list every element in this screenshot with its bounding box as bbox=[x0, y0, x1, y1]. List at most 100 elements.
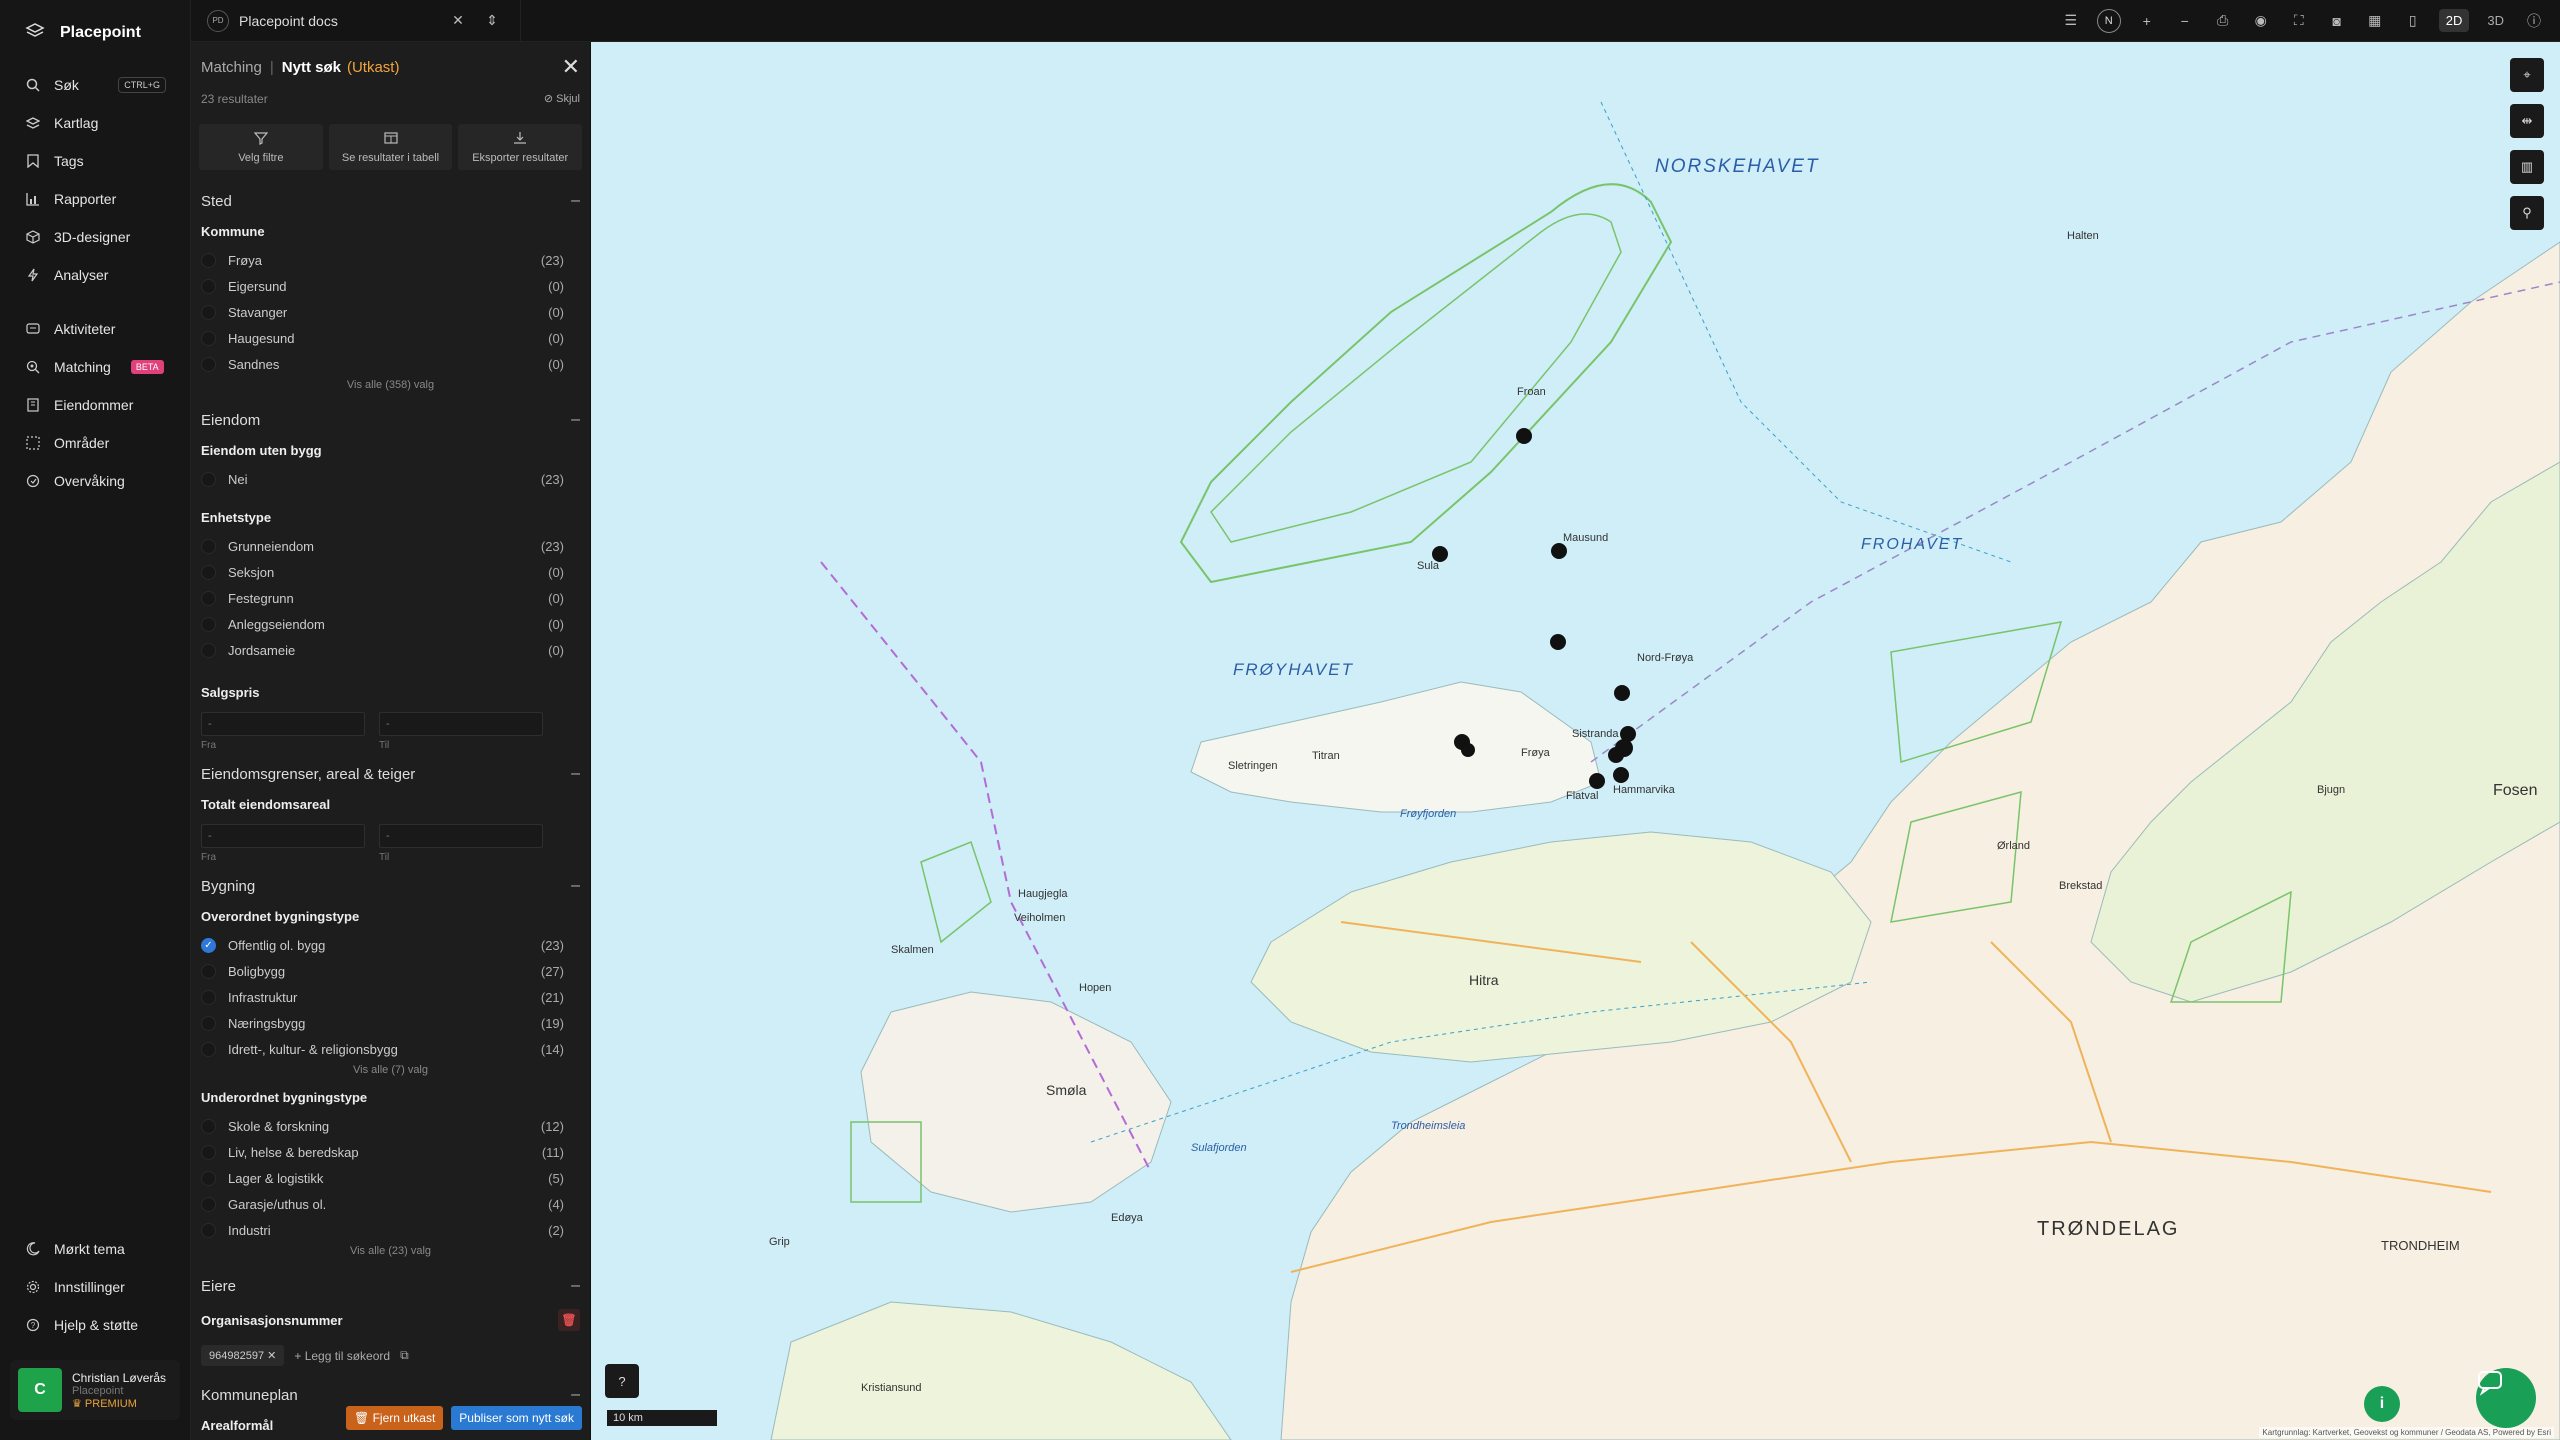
close-icon[interactable]: ✕ bbox=[562, 54, 580, 80]
checkbox[interactable] bbox=[201, 564, 216, 580]
checkbox[interactable] bbox=[201, 278, 216, 294]
filter-option[interactable]: Liv, helse & beredskap (11) bbox=[191, 1139, 590, 1165]
compass-button[interactable]: N bbox=[2096, 8, 2121, 33]
trash-icon[interactable]: 🗑 bbox=[558, 1309, 580, 1331]
chevron-updown-icon[interactable]: ⇕ bbox=[480, 9, 504, 33]
zoom-out-icon[interactable]: − bbox=[2173, 9, 2197, 33]
filter-option[interactable]: Næringsbygg (19) bbox=[191, 1010, 590, 1036]
chart-icon[interactable]: ▥ bbox=[2510, 150, 2544, 184]
section-eiendom[interactable]: Eiendom – bbox=[191, 397, 590, 435]
checkbox[interactable] bbox=[201, 1041, 216, 1057]
checkbox[interactable] bbox=[201, 1118, 216, 1134]
remove-chip-icon[interactable]: ✕ bbox=[267, 1350, 276, 1362]
publish-search-button[interactable]: Publiser som nytt søk bbox=[451, 1406, 582, 1430]
collapse-icon[interactable]: – bbox=[571, 1386, 580, 1404]
nav-item-3d-designer[interactable]: 3D-designer bbox=[0, 218, 190, 256]
checkbox[interactable] bbox=[201, 471, 216, 487]
pin-icon[interactable]: ⚲ bbox=[2510, 196, 2544, 230]
area-from-input[interactable]: - bbox=[201, 824, 365, 848]
mode-3d-button[interactable]: 3D bbox=[2483, 9, 2508, 32]
filter-option[interactable]: Eigersund (0) bbox=[191, 273, 590, 299]
hide-button[interactable]: ⊘ Skjul bbox=[544, 92, 580, 112]
brand[interactable]: Placepoint bbox=[0, 0, 190, 66]
nav-item-matching[interactable]: Matching BETA bbox=[0, 348, 190, 386]
checkbox[interactable] bbox=[201, 1222, 216, 1238]
checkbox[interactable] bbox=[201, 642, 216, 658]
filter-option[interactable]: Infrastruktur (21) bbox=[191, 984, 590, 1010]
keyword-chip[interactable]: 964982597 ✕ bbox=[201, 1345, 285, 1366]
see-all-link[interactable]: Vis alle (7) valg bbox=[191, 1062, 590, 1082]
nav-item-monitoring[interactable]: Overvåking bbox=[0, 462, 190, 500]
filter-option[interactable]: Nei (23) bbox=[191, 466, 590, 492]
nav-item-settings[interactable]: Innstillinger bbox=[0, 1268, 190, 1306]
document-picker[interactable]: PD Placepoint docs ✕ ⇕ bbox=[191, 0, 521, 42]
nav-item-help[interactable]: ? Hjelp & støtte bbox=[0, 1306, 190, 1344]
checkbox[interactable] bbox=[201, 1196, 216, 1212]
section-kommuneplan[interactable]: Kommuneplan – bbox=[191, 1372, 590, 1410]
camera-icon[interactable]: ◙ bbox=[2325, 9, 2349, 33]
filter-option[interactable]: Anleggseiendom (0) bbox=[191, 611, 590, 637]
filter-option[interactable]: Industri (2) bbox=[191, 1217, 590, 1243]
filter-option[interactable]: Idrett-, kultur- & religionsbygg (14) bbox=[191, 1036, 590, 1062]
see-all-link[interactable]: Vis alle (23) valg bbox=[191, 1243, 590, 1263]
clear-icon[interactable]: ✕ bbox=[446, 9, 470, 33]
grid-icon[interactable]: ▦ bbox=[2363, 9, 2387, 33]
collapse-icon[interactable]: – bbox=[571, 877, 580, 895]
nav-item-properties[interactable]: Eiendommer bbox=[0, 386, 190, 424]
filter-option[interactable]: Boligbygg (27) bbox=[191, 958, 590, 984]
checkbox[interactable] bbox=[201, 1015, 216, 1031]
map-canvas[interactable]: NORSKEHAVET FRØYHAVET FROHAVET TRØNDELAG… bbox=[591, 42, 2560, 1440]
map-help-button[interactable]: ? bbox=[605, 1364, 639, 1398]
locate-icon[interactable]: ⌖ bbox=[2510, 58, 2544, 92]
nav-item-search[interactable]: Søk CTRL+G bbox=[0, 66, 190, 104]
filter-option[interactable]: Grunneiendom (23) bbox=[191, 533, 590, 559]
checkbox-checked[interactable]: ✓ bbox=[201, 937, 216, 953]
fullscreen-icon[interactable]: ⛶ bbox=[2287, 9, 2311, 33]
zoom-in-icon[interactable]: + bbox=[2135, 9, 2159, 33]
filter-option[interactable]: Stavanger (0) bbox=[191, 299, 590, 325]
user-card[interactable]: C Christian Løverås Placepoint ♛ PREMIUM bbox=[10, 1360, 180, 1420]
filter-option[interactable]: ✓ Offentlig ol. bygg (23) bbox=[191, 932, 590, 958]
copy-icon[interactable]: ⧉ bbox=[400, 1348, 409, 1363]
checkbox[interactable] bbox=[201, 1170, 216, 1186]
section-sted[interactable]: Sted – bbox=[191, 178, 590, 216]
nav-item-dark-theme[interactable]: Mørkt tema bbox=[0, 1230, 190, 1268]
price-from-input[interactable]: - bbox=[201, 712, 365, 736]
area-to-input[interactable]: - bbox=[379, 824, 543, 848]
chat-button[interactable] bbox=[2476, 1368, 2536, 1428]
add-keyword-button[interactable]: + Legg til søkeord bbox=[294, 1349, 390, 1363]
checkbox[interactable] bbox=[201, 989, 216, 1005]
eye-icon[interactable]: ◉ bbox=[2249, 9, 2273, 33]
section-grenser[interactable]: Eiendomsgrenser, areal & teiger – bbox=[191, 751, 590, 789]
nav-item-areas[interactable]: Områder bbox=[0, 424, 190, 462]
collapse-icon[interactable]: – bbox=[571, 411, 580, 429]
filter-option[interactable]: Garasje/uthus ol. (4) bbox=[191, 1191, 590, 1217]
section-bygning[interactable]: Bygning – bbox=[191, 863, 590, 901]
select-filters-button[interactable]: Velg filtre bbox=[199, 124, 323, 170]
checkbox[interactable] bbox=[201, 538, 216, 554]
checkbox[interactable] bbox=[201, 963, 216, 979]
checkbox[interactable] bbox=[201, 304, 216, 320]
collapse-icon[interactable]: – bbox=[571, 765, 580, 783]
section-eiere[interactable]: Eiere – bbox=[191, 1263, 590, 1301]
collapse-icon[interactable]: – bbox=[571, 192, 580, 210]
filter-option[interactable]: Lager & logistikk (5) bbox=[191, 1165, 590, 1191]
checkbox[interactable] bbox=[201, 1144, 216, 1160]
export-results-button[interactable]: Eksporter resultater bbox=[458, 124, 583, 170]
filter-option[interactable]: Jordsameie (0) bbox=[191, 637, 590, 663]
collapse-icon[interactable]: – bbox=[571, 1277, 580, 1295]
info-button[interactable]: i bbox=[2364, 1386, 2400, 1422]
checkbox[interactable] bbox=[201, 356, 216, 372]
mode-2d-button[interactable]: 2D bbox=[2438, 9, 2470, 32]
filter-option[interactable]: Skole & forskning (12) bbox=[191, 1113, 590, 1139]
measure-icon[interactable]: ⇹ bbox=[2510, 104, 2544, 138]
nav-item-reports[interactable]: Rapporter bbox=[0, 180, 190, 218]
info-icon[interactable]: ⓘ bbox=[2522, 9, 2546, 33]
nav-item-analyses[interactable]: Analyser bbox=[0, 256, 190, 294]
filter-option[interactable]: Festegrunn (0) bbox=[191, 585, 590, 611]
checkbox[interactable] bbox=[201, 252, 216, 268]
nav-item-tags[interactable]: Tags bbox=[0, 142, 190, 180]
nav-item-layers[interactable]: Kartlag bbox=[0, 104, 190, 142]
checkbox[interactable] bbox=[201, 590, 216, 606]
filter-option[interactable]: Frøya (23) bbox=[191, 247, 590, 273]
